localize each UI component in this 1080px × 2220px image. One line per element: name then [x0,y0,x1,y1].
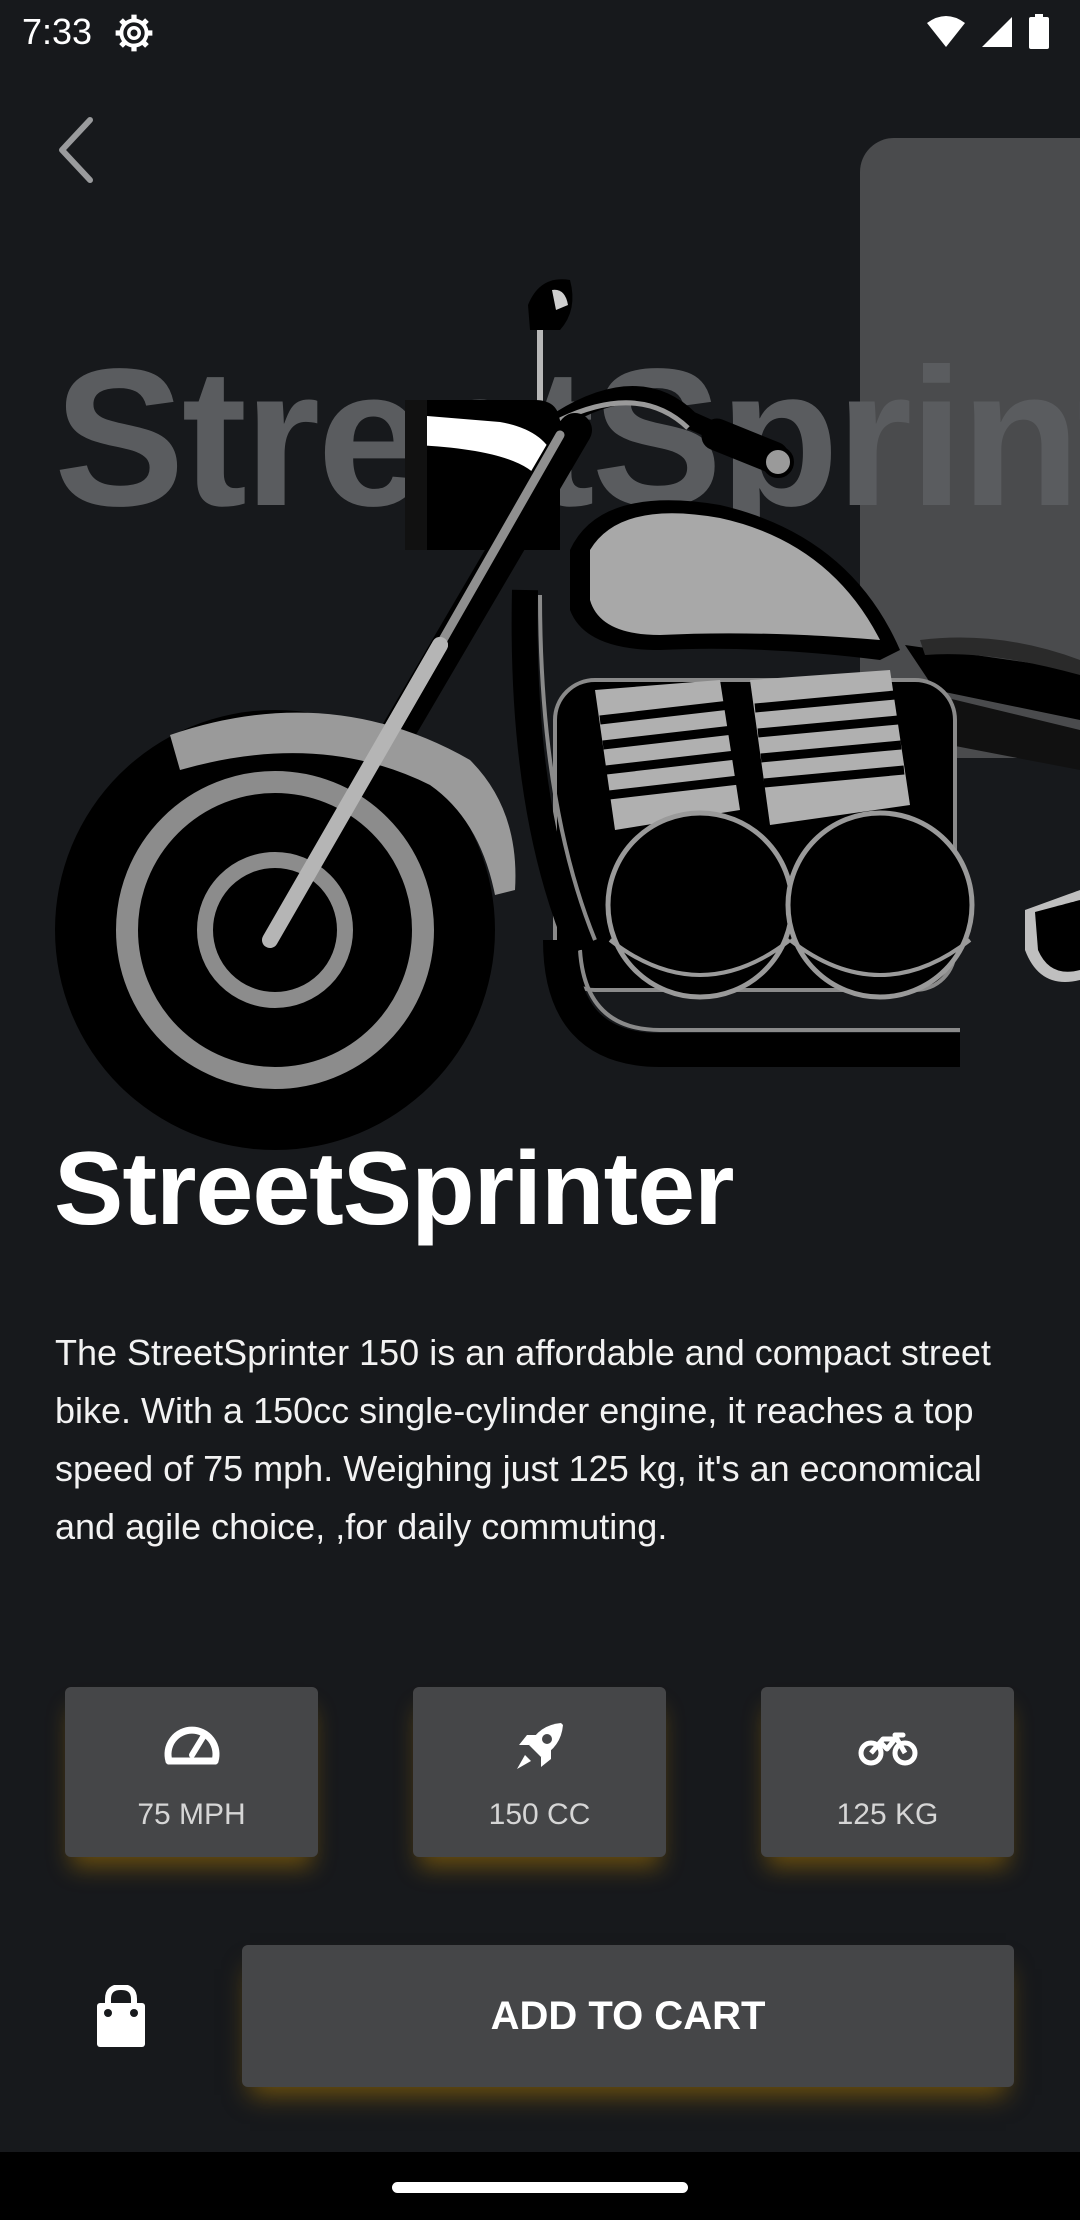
back-button[interactable] [40,108,112,192]
product-detail-screen: 7:33 StreetSprint StreetSprinter The Str… [0,0,1080,2152]
spec-card-engine: 150 CC [413,1687,666,1857]
settings-icon [115,14,153,52]
motorcycle-icon [858,1732,917,1766]
spec-label-weight: 125 KG [836,1798,939,1831]
speedometer-icon [164,1726,219,1765]
rocket-icon [516,1723,563,1769]
spec-card-weight: 125 KG [761,1687,1014,1857]
signal-icon [982,17,1012,47]
shopping-bag-icon [97,1983,145,2047]
status-time: 7:33 [22,11,93,52]
spec-card-speed: 75 MPH [65,1687,318,1857]
spec-label-engine: 150 CC [488,1798,591,1831]
navigation-bar [0,2152,1080,2220]
product-description: The StreetSprinter 150 is an affordable … [55,1332,991,1547]
motorcycle-illustration [55,279,1080,1150]
battery-icon [1029,14,1049,49]
product-title: StreetSprinter [54,1131,735,1247]
chevron-left-icon [59,117,93,183]
add-to-cart-button[interactable]: ADD TO CART [242,1945,1014,2087]
shopping-bag-button[interactable] [90,1983,152,2051]
wifi-icon [927,16,965,47]
home-indicator[interactable] [392,2182,688,2193]
spec-cards: 75 MPH 150 CC 125 KG [65,1687,1015,1857]
status-icons [926,14,1050,50]
spec-label-speed: 75 MPH [137,1798,246,1831]
